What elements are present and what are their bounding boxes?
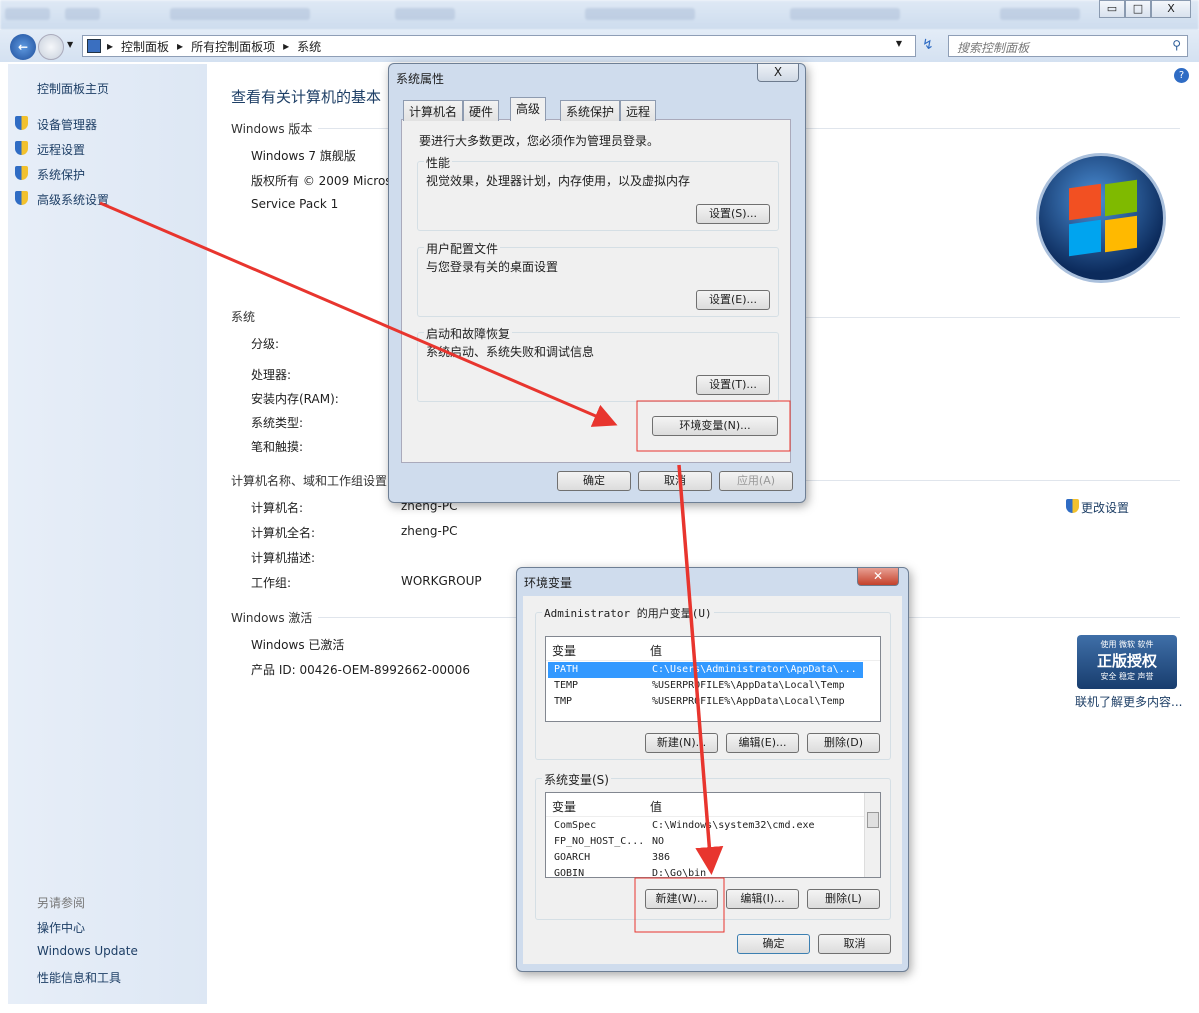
annotation-highlight: [637, 401, 790, 451]
annotation-arrow: [679, 465, 711, 868]
annotation-overlay: [0, 0, 1199, 1013]
annotation-arrow: [100, 203, 612, 423]
annotation-highlight: [635, 878, 724, 932]
